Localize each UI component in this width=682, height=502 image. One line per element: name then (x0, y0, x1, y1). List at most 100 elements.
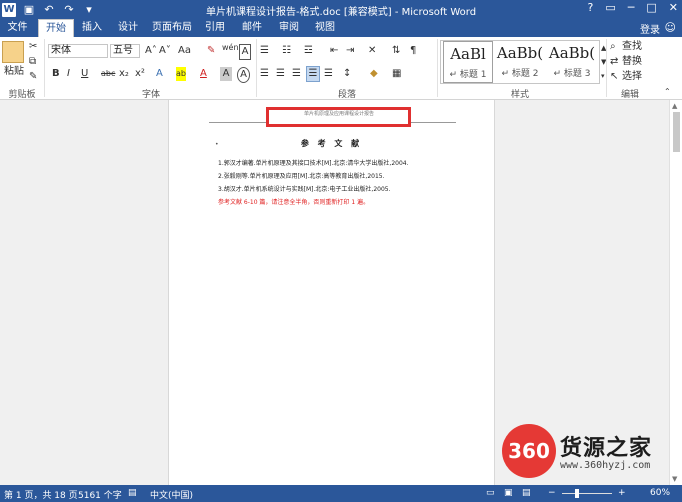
distributed-icon[interactable]: ☰ (324, 67, 333, 81)
align-right-icon[interactable]: ☰ (292, 67, 301, 81)
paste-button[interactable]: 粘贴 (2, 65, 26, 79)
maximize-icon[interactable]: □ (646, 1, 656, 14)
language-indicator[interactable]: 中文(中国) (150, 488, 193, 501)
subscript-button[interactable]: x₂ (119, 67, 129, 81)
align-left-icon[interactable]: ☰ (260, 67, 269, 81)
tab-view[interactable]: 视图 (310, 19, 340, 37)
tab-page-layout[interactable]: 页面布局 (150, 19, 194, 37)
help-icon[interactable]: ? (588, 1, 594, 14)
strikethrough-button[interactable]: abc (101, 67, 115, 81)
read-mode-icon[interactable]: ▭ (486, 488, 495, 498)
format-painter-icon[interactable]: ✎ (29, 70, 37, 84)
font-size-box[interactable]: 五号 (110, 44, 140, 58)
font-name-box[interactable]: 宋体 (48, 44, 108, 58)
decrease-indent-icon[interactable]: ⇤ (330, 44, 338, 58)
watermark: 360 货源之家 www.360hyzj.com (500, 422, 682, 484)
window-title: 单片机课程设计报告-格式.doc [兼容模式] - Microsoft Word (205, 7, 477, 18)
select-icon[interactable]: ↖ (610, 70, 618, 84)
increase-indent-icon[interactable]: ⇥ (346, 44, 354, 58)
zoom-level[interactable]: 60% (650, 488, 670, 498)
style-sample: AaBl (450, 45, 486, 63)
font-color-button[interactable]: A (200, 67, 207, 81)
tab-mailings[interactable]: 邮件 (236, 19, 268, 37)
phonetic-guide-button[interactable]: wén (222, 41, 239, 55)
editing-group-label: 编辑 (620, 90, 639, 100)
style-sample: AaBb( (496, 44, 544, 62)
shading-icon[interactable]: ◆ (370, 67, 378, 81)
line-spacing-icon[interactable]: ↕ (343, 67, 351, 81)
ribbon-separator (256, 39, 257, 97)
zoom-slider-knob[interactable] (575, 489, 579, 498)
scroll-thumb[interactable] (673, 112, 680, 152)
ribbon-display-icon[interactable]: ▭ (605, 1, 615, 14)
style-heading-2[interactable]: AaBb( ↵ 标题 2 (495, 41, 545, 83)
chinese-layout-icon[interactable]: ✕ (368, 44, 376, 58)
find-icon[interactable]: ⌕ (610, 40, 616, 54)
proofing-icon[interactable]: ▤ (128, 488, 137, 498)
watermark-logo: 360 (502, 424, 556, 478)
enclose-char-button[interactable]: A (237, 67, 250, 83)
borders-icon[interactable]: ▦ (392, 67, 401, 81)
clear-format-button[interactable]: ✎ (207, 44, 215, 58)
tab-references[interactable]: 引用 (200, 19, 230, 37)
highlight-button[interactable]: ab (176, 67, 186, 81)
shrink-font-button[interactable]: A˅ (159, 44, 171, 58)
tab-home[interactable]: 开始 (38, 19, 74, 37)
zoom-slider[interactable] (562, 493, 612, 494)
page-count[interactable]: 第 1 页，共 18 页 (4, 488, 78, 501)
reference-item: 3.胡汉才.单片机系统设计与实践[M].北京:电子工业出版社,2005. (218, 186, 391, 193)
collapse-ribbon-icon[interactable]: ⌃ (664, 85, 671, 99)
cut-icon[interactable]: ✂ (29, 40, 37, 54)
char-border-button[interactable]: A (239, 44, 251, 60)
underline-button[interactable]: U (81, 67, 88, 81)
print-layout-icon[interactable]: ▣ (504, 488, 513, 498)
italic-button[interactable]: I (67, 67, 70, 81)
reference-item: 1.郭汉才编著.单片机原理及其接口技术[M].北京:清华大学出版社,2004. (218, 160, 409, 167)
tab-insert[interactable]: 插入 (76, 19, 108, 37)
tab-design[interactable]: 设计 (112, 19, 144, 37)
document-page[interactable]: 单片机原理及应用课程设计报告 • 参 考 文 献 1.郭汉才编著.单片机原理及其… (168, 100, 495, 485)
word-count[interactable]: 5161 个字 (78, 488, 122, 501)
ribbon-separator (606, 39, 607, 97)
find-button[interactable]: 查找 (622, 40, 642, 54)
web-layout-icon[interactable]: ▤ (522, 488, 531, 498)
styles-more-icon[interactable]: ▾ (601, 69, 605, 83)
zoom-in-icon[interactable]: + (618, 488, 626, 498)
multilevel-list-icon[interactable]: ☲ (304, 44, 313, 58)
style-heading-3[interactable]: AaBb( ↵ 标题 3 (547, 41, 597, 83)
font-group-label: 字体 (141, 90, 160, 100)
styles-group-label: 样式 (510, 90, 529, 100)
char-shading-button[interactable]: A (220, 67, 232, 81)
zoom-out-icon[interactable]: − (548, 488, 556, 498)
clipboard-group-label: 剪贴板 (8, 90, 36, 100)
references-title: 参 考 文 献 (300, 139, 363, 148)
style-heading-1[interactable]: AaBl ↵ 标题 1 (443, 41, 493, 83)
bold-button[interactable]: B (52, 67, 60, 81)
feedback-smiley-icon[interactable]: ☺ (665, 21, 676, 34)
replace-icon[interactable]: ⇄ (610, 55, 618, 69)
justify-icon[interactable]: ☰ (306, 66, 320, 82)
grow-font-button[interactable]: A˄ (145, 44, 157, 58)
bullets-icon[interactable]: ☰ (260, 44, 269, 58)
text-effects-button[interactable]: A (156, 67, 163, 81)
copy-icon[interactable]: ⧉ (29, 55, 36, 69)
references-note: 参考文献 6-10 篇，请注意全半角，否则重新打印 1 遍。 (218, 199, 370, 206)
select-button[interactable]: 选择 (622, 70, 642, 84)
show-marks-icon[interactable]: ¶ (410, 44, 416, 58)
paste-icon[interactable] (2, 41, 24, 63)
status-bar: 第 1 页，共 18 页 5161 个字 ▤ 中文(中国) ▭ ▣ ▤ − + … (0, 485, 682, 502)
superscript-button[interactable]: x² (135, 67, 145, 81)
align-center-icon[interactable]: ☰ (276, 67, 285, 81)
minimize-icon[interactable]: ─ (628, 1, 635, 14)
numbering-icon[interactable]: ☷ (282, 44, 291, 58)
replace-button[interactable]: 替换 (622, 55, 642, 69)
login-link[interactable]: 登录 (640, 21, 660, 36)
style-name: ↵ 标题 1 (449, 70, 487, 80)
reference-item: 2.张毅刚等.单片机原理及应用[M].北京:高等教育出版社,2015. (218, 173, 385, 180)
change-case-button[interactable]: Aa (178, 44, 191, 58)
sort-icon[interactable]: ⇅ (392, 44, 400, 58)
tab-review[interactable]: 审阅 (274, 19, 304, 37)
tab-file[interactable]: 文件 (0, 19, 35, 37)
scroll-up-icon[interactable]: ▲ (672, 102, 677, 110)
close-icon[interactable]: ✕ (669, 1, 678, 14)
